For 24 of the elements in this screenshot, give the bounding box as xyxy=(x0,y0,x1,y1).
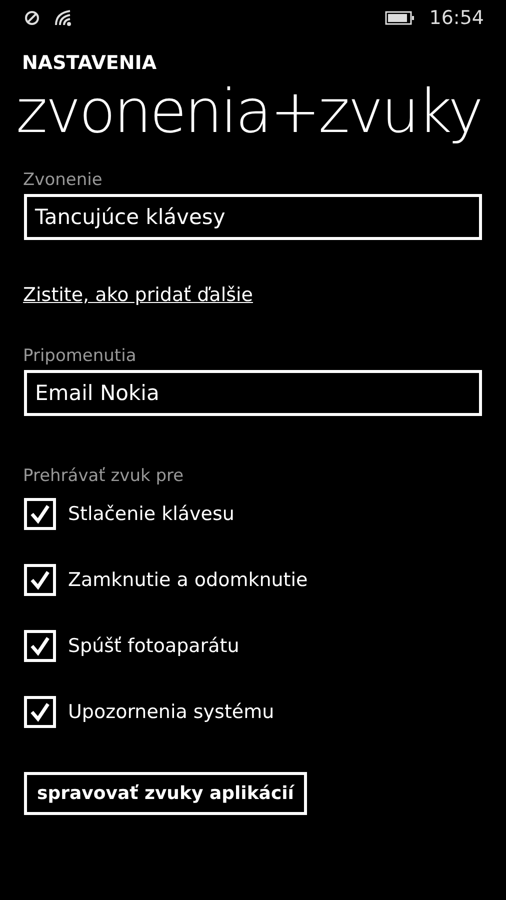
ringtone-picker[interactable]: Tancujúce klávesy xyxy=(24,194,482,240)
ringtone-label: Zvonenie xyxy=(23,170,104,190)
checkbox[interactable] xyxy=(24,696,56,728)
manage-app-sounds-button[interactable]: spravovať zvuky aplikácií xyxy=(24,772,307,815)
reminders-label: Pripomenutia xyxy=(23,346,138,366)
app-name: NASTAVENIA xyxy=(22,52,158,74)
page-title: zvonenia+zvuky xyxy=(16,76,483,148)
battery-icon xyxy=(385,11,416,25)
checkbox-label: Spúšť fotoaparátu xyxy=(68,635,240,657)
checkbox-label: Stlačenie klávesu xyxy=(68,503,234,525)
reminders-picker[interactable]: Email Nokia xyxy=(24,370,482,416)
checkmark-icon xyxy=(30,702,50,722)
checkbox[interactable] xyxy=(24,630,56,662)
more-link[interactable]: Zistite, ako pridať ďalšie xyxy=(23,284,253,306)
checkbox-label: Zamknutie a odomknutie xyxy=(68,569,308,591)
checkmark-icon xyxy=(30,570,50,590)
wifi-icon xyxy=(54,9,74,27)
checkbox[interactable] xyxy=(24,498,56,530)
checkmark-icon xyxy=(30,504,50,524)
sounds-label: Prehrávať zvuk pre xyxy=(23,466,185,486)
checkmark-icon xyxy=(30,636,50,656)
checkbox-label: Upozornenia systému xyxy=(68,701,274,723)
checkbox[interactable] xyxy=(24,564,56,596)
clock-time: 16:54 xyxy=(429,7,484,29)
